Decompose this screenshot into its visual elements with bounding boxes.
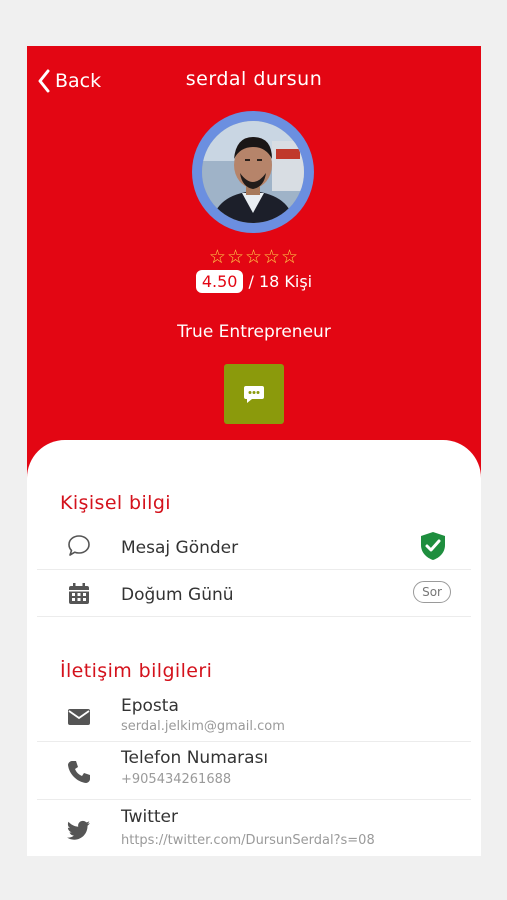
- avatar: [192, 111, 314, 233]
- email-value: serdal.jelkim@gmail.com: [121, 719, 285, 734]
- mail-icon: [68, 709, 90, 725]
- info-card: Kişisel bilgi Mesaj Gönder Doğum Günü So…: [27, 440, 481, 856]
- profile-tagline: True Entrepreneur: [177, 322, 331, 342]
- rating-value-badge: 4.50: [195, 270, 244, 293]
- contact-section-title: İletişim bilgileri: [60, 660, 213, 682]
- rating-row: 4.50 / 18 Kişi: [27, 270, 481, 293]
- twitter-row[interactable]: Twitter https://twitter.com/DursunSerdal…: [37, 800, 471, 856]
- ask-birthday-button[interactable]: Sor: [413, 581, 451, 603]
- chat-button[interactable]: [224, 364, 284, 424]
- message-bubble-icon: [68, 535, 90, 556]
- rating-count: / 18 Kişi: [248, 272, 313, 291]
- message-row[interactable]: Mesaj Gönder: [37, 524, 471, 570]
- email-label: Eposta: [121, 696, 179, 716]
- chat-icon: [244, 386, 264, 403]
- phone-value: +905434261688: [121, 772, 232, 787]
- personal-section-title: Kişisel bilgi: [60, 492, 171, 514]
- twitter-icon: [66, 820, 90, 840]
- rating-stars: ☆☆☆☆☆: [208, 246, 300, 268]
- message-label: Mesaj Gönder: [121, 538, 239, 558]
- shield-check-icon: [421, 532, 445, 560]
- twitter-value: https://twitter.com/DursunSerdal?s=08: [121, 833, 375, 848]
- phone-label: Telefon Numarası: [121, 748, 269, 768]
- calendar-icon: [69, 583, 89, 604]
- profile-photo: [202, 121, 304, 223]
- app-screen: Back serdal dursun ☆☆☆☆☆ 4.50 / 18 Kişi …: [27, 46, 481, 856]
- twitter-label: Twitter: [121, 807, 178, 827]
- email-row[interactable]: Eposta serdal.jelkim@gmail.com: [37, 690, 471, 742]
- birthday-label: Doğum Günü: [121, 585, 234, 605]
- page-title: serdal dursun: [185, 68, 323, 90]
- phone-icon: [68, 761, 90, 783]
- phone-row[interactable]: Telefon Numarası +905434261688: [37, 742, 471, 800]
- birthday-row[interactable]: Doğum Günü Sor: [37, 570, 471, 617]
- profile-header: Back serdal dursun ☆☆☆☆☆ 4.50 / 18 Kişi …: [27, 46, 481, 486]
